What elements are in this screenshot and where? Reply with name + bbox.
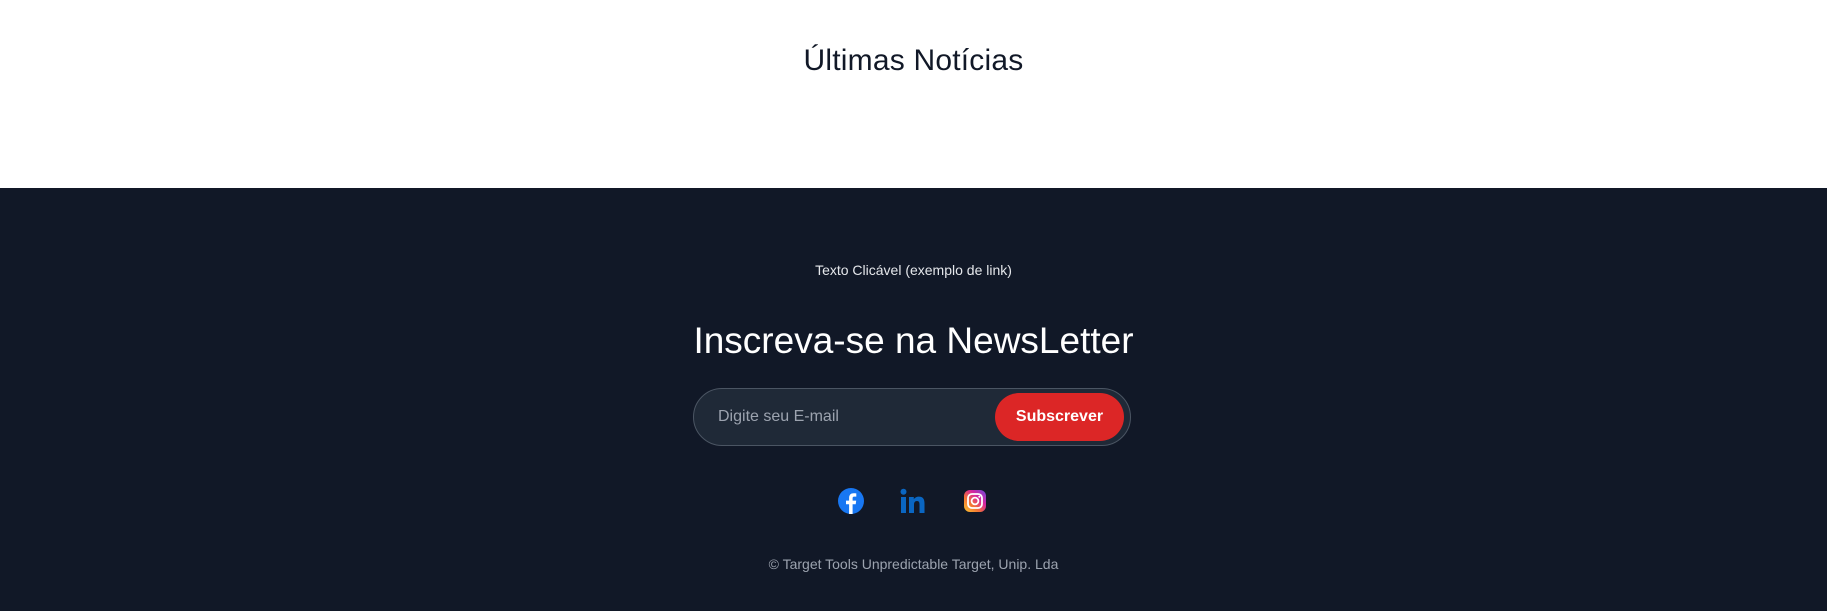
facebook-link[interactable] xyxy=(836,486,866,516)
facebook-icon xyxy=(836,486,866,516)
instagram-icon xyxy=(960,486,990,516)
newsletter-form: Subscrever xyxy=(693,388,1131,446)
linkedin-icon xyxy=(898,486,928,516)
copyright-text: © Target Tools Unpredictable Target, Uni… xyxy=(768,556,1059,572)
social-links xyxy=(0,486,1827,516)
linkedin-link[interactable] xyxy=(898,486,928,516)
news-section-title: Últimas Notícias xyxy=(803,44,1024,77)
newsletter-title: Inscreva-se na NewsLetter xyxy=(693,320,1134,361)
page: Últimas Notícias Texto Clicável (exemplo… xyxy=(0,0,1827,611)
news-section: Últimas Notícias xyxy=(0,0,1827,188)
footer-example-link[interactable]: Texto Clicável (exemplo de link) xyxy=(0,262,1827,278)
email-input[interactable] xyxy=(718,389,978,445)
footer: Texto Clicável (exemplo de link) Inscrev… xyxy=(0,188,1827,611)
subscribe-button[interactable]: Subscrever xyxy=(995,393,1124,441)
instagram-link[interactable] xyxy=(960,486,990,516)
